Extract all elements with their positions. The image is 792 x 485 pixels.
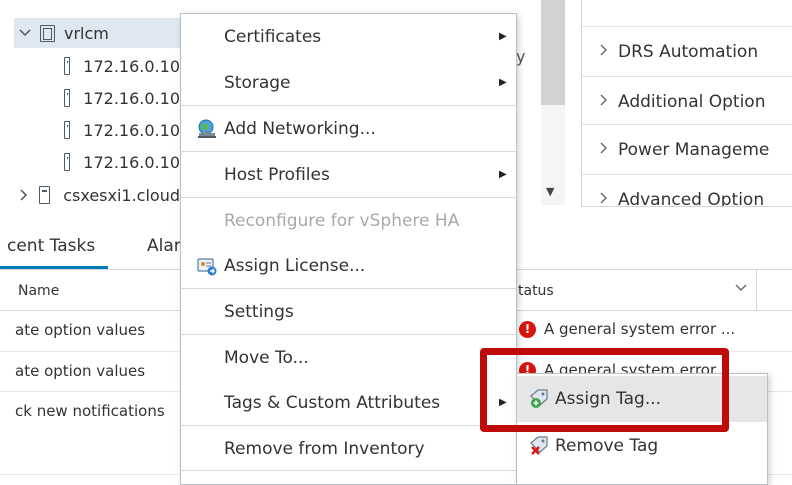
menu-item-add-networking[interactable]: Add Networking...: [181, 106, 516, 151]
chevron-right-icon: [600, 44, 608, 60]
host-icon: [64, 89, 71, 107]
task-name-cell: ate option values: [15, 321, 146, 339]
submenu-item-label: Remove Tag: [555, 436, 659, 456]
host-icon: [64, 121, 71, 139]
vapp-icon: [40, 24, 55, 42]
settings-item-power-management[interactable]: Power Manageme: [582, 124, 792, 174]
menu-item-storage[interactable]: Storage ▶: [181, 60, 516, 105]
chevron-down-icon[interactable]: [18, 26, 32, 40]
tree-item-host[interactable]: 172.16.0.10: [64, 51, 180, 81]
menu-item-label: Reconfigure for vSphere HA: [224, 210, 460, 231]
tab-alarms[interactable]: Alar: [147, 236, 181, 256]
chevron-right-icon: [600, 94, 608, 110]
column-header-status[interactable]: tatus: [518, 283, 554, 299]
tree-item-host[interactable]: 172.16.0.10: [64, 147, 180, 177]
settings-item-drs-automation[interactable]: DRS Automation: [582, 26, 792, 76]
host-icon: [64, 57, 71, 75]
column-filter-chevron-icon[interactable]: [735, 281, 747, 296]
menu-item-label: Assign License...: [224, 255, 366, 276]
menu-item-label: Remove from Inventory: [224, 438, 425, 459]
tree-item-csxesxi1[interactable]: csxesxi1.cloud: [14, 180, 180, 210]
menu-separator: [181, 470, 516, 471]
menu-item-label: Tags & Custom Attributes: [224, 392, 441, 413]
tree-item-label: csxesxi1.cloud: [63, 185, 180, 205]
tree-item-label: 172.16.0.10: [83, 88, 180, 108]
remove-tag-icon: [527, 434, 551, 458]
error-icon: !: [519, 320, 536, 338]
menu-item-move-to[interactable]: Move To...: [181, 335, 516, 380]
menu-item-reconfigure-ha: Reconfigure for vSphere HA: [181, 198, 516, 243]
scroll-down-arrow-icon[interactable]: ▼: [546, 185, 554, 198]
menu-item-label: Storage: [224, 72, 291, 93]
network-globe-icon: [196, 118, 218, 140]
menu-item-assign-license[interactable]: Assign License...: [181, 243, 516, 288]
menu-item-remove-from-inventory[interactable]: Remove from Inventory: [181, 426, 516, 471]
menu-item-host-profiles[interactable]: Host Profiles ▶: [181, 152, 516, 197]
column-header-name[interactable]: Name: [18, 283, 59, 299]
menu-item-label: Certificates: [224, 26, 322, 47]
tree-item-label: vrlcm: [64, 23, 109, 43]
settings-item-advanced-options[interactable]: Advanced Option: [582, 174, 792, 207]
menu-item-certificates[interactable]: Certificates ▶: [181, 14, 516, 59]
tree-item-host[interactable]: 172.16.0.10: [64, 115, 180, 145]
menu-item-settings[interactable]: Settings: [181, 289, 516, 334]
menu-item-label: Host Profiles: [224, 164, 330, 185]
chevron-right-icon: [600, 192, 608, 207]
settings-panel: DRS Automation Additional Option Power M…: [581, 0, 792, 207]
context-menu: Certificates ▶ Storage ▶ Add Networking.…: [180, 13, 517, 485]
submenu-arrow-icon: ▶: [499, 31, 507, 42]
menu-item-label: Add Networking...: [224, 118, 376, 139]
tree-item-vrlcm[interactable]: vrlcm: [14, 18, 180, 48]
chevron-right-icon: [600, 142, 608, 158]
settings-item-additional-options[interactable]: Additional Option: [582, 76, 792, 126]
license-key-icon: [196, 255, 218, 277]
task-name-cell: ck new notifications: [15, 402, 165, 420]
highlight-annotation-box: [480, 348, 729, 432]
host-icon: [39, 186, 51, 204]
tree-item-label: 172.16.0.10: [83, 120, 180, 140]
menu-item-label: Move To...: [224, 347, 309, 368]
scrollbar-thumb[interactable]: [541, 0, 565, 105]
submenu-arrow-icon: ▶: [499, 77, 507, 88]
menu-item-tags-custom-attributes[interactable]: Tags & Custom Attributes ▶: [181, 380, 516, 425]
task-name-cell: ate option values: [15, 362, 146, 380]
tab-recent-tasks[interactable]: cent Tasks: [7, 236, 95, 256]
settings-item-label: Additional Option: [618, 91, 766, 112]
settings-item-label: Power Manageme: [618, 139, 770, 160]
partial-text: y: [516, 47, 526, 66]
tree-item-label: 172.16.0.10: [83, 152, 180, 172]
menu-item-label: Settings: [224, 301, 294, 322]
tree-item-host[interactable]: 172.16.0.10: [64, 83, 180, 113]
tree-item-label: 172.16.0.10: [83, 56, 180, 76]
chevron-right-icon[interactable]: [18, 188, 29, 202]
task-status-cell: ! A general system error ...: [519, 320, 735, 338]
status-text: A general system error ...: [544, 320, 736, 338]
settings-item-label: Advanced Option: [618, 189, 765, 207]
host-icon: [64, 153, 71, 171]
submenu-arrow-icon: ▶: [499, 169, 507, 180]
settings-item-label: DRS Automation: [618, 41, 759, 62]
